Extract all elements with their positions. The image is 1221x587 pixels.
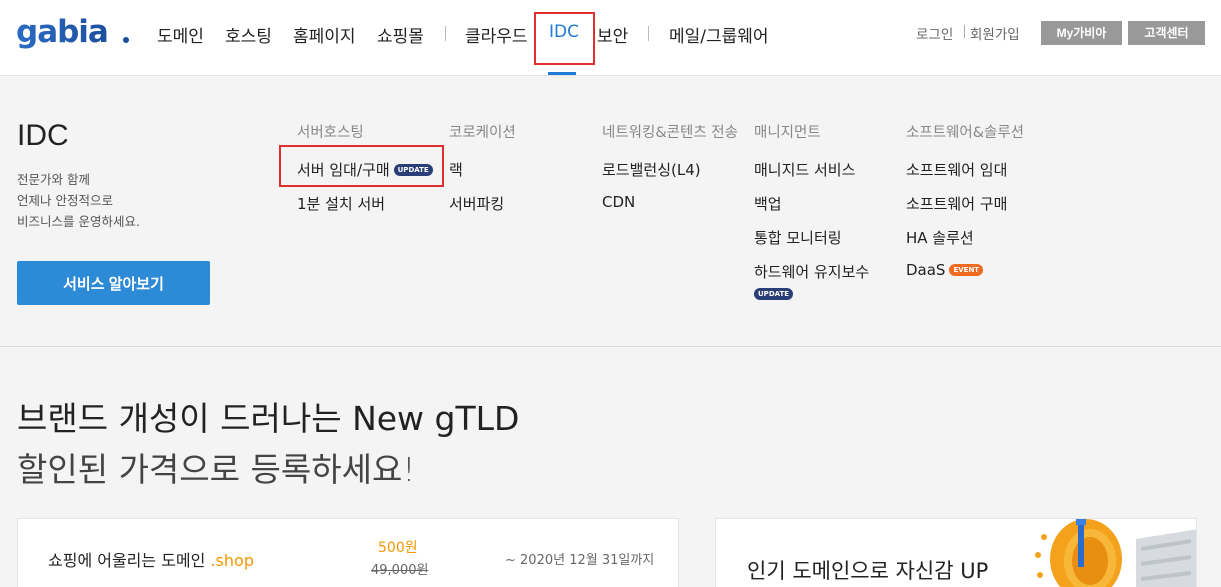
util-divider: [964, 25, 965, 38]
idc-highlight-box: [534, 12, 595, 65]
desc-line: 비즈니스를 운영하세요.: [17, 214, 140, 229]
column-heading: 네트워킹&콘텐츠 전송: [602, 125, 738, 141]
nav-cloud[interactable]: 클라우드: [465, 22, 528, 47]
column-heading: 코로케이션: [449, 125, 516, 141]
mega-title: IDC: [17, 119, 69, 152]
menu-rack[interactable]: 랙: [449, 159, 463, 180]
menu-daas[interactable]: DaaS EVENT: [906, 261, 984, 279]
hero-subheadline: 할인된 가격으로 등록하세요!: [17, 450, 416, 489]
menu-hw-maintenance[interactable]: 하드웨어 유지보수: [754, 261, 869, 282]
column-management: 매니지먼트 매니지드 서비스 백업 통합 모니터링 하드웨어 유지보수 UPDA…: [754, 121, 869, 300]
desc-line: 언제나 안정적으로: [17, 193, 113, 208]
support-center-button[interactable]: 고객센터: [1128, 21, 1205, 45]
nav-hosting[interactable]: 호스팅: [225, 22, 272, 47]
mega-description: 전문가와 함께 언제나 안정적으로 비즈니스를 운영하세요.: [17, 169, 140, 232]
menu-load-balancing[interactable]: 로드밸런싱(L4): [602, 159, 701, 180]
menu-monitoring[interactable]: 통합 모니터링: [754, 227, 842, 248]
menu-cdn[interactable]: CDN: [602, 193, 635, 211]
learn-services-button[interactable]: 서비스 알아보기: [17, 261, 210, 305]
promo-title: 쇼핑에 어울리는 도메인 .shop: [48, 547, 254, 571]
promo-period: ~ 2020년 12월 31일까지: [505, 553, 655, 568]
desc-line: 전문가와 함께: [17, 172, 90, 187]
coin-illustration-icon: [1035, 519, 1196, 587]
nav-homepage[interactable]: 홈페이지: [293, 22, 356, 47]
nav-divider: [445, 26, 446, 41]
gabia-logo[interactable]: gabia: [16, 14, 132, 56]
svg-text:gabia: gabia: [16, 14, 108, 50]
menu-server-parking[interactable]: 서버파킹: [449, 193, 504, 214]
logo-mark-icon: gabia: [16, 14, 129, 50]
nav-divider: [648, 26, 649, 41]
menu-label: DaaS: [906, 261, 946, 279]
nav-mail-groupware[interactable]: 메일/그룹웨어: [669, 22, 769, 47]
signup-link[interactable]: 회원가입: [970, 23, 1020, 43]
promo-price: 500원: [378, 540, 418, 556]
my-gabia-button[interactable]: My가비아: [1041, 21, 1122, 45]
active-indicator: [548, 72, 576, 75]
menu-software-buy[interactable]: 소프트웨어 구매: [906, 193, 1007, 214]
menu-software-rent[interactable]: 소프트웨어 임대: [906, 159, 1007, 180]
popular-domain-card[interactable]: 인기 도메인으로 자신감 UP: [715, 518, 1197, 587]
promo-name-text: 쇼핑에 어울리는 도메인: [48, 551, 206, 570]
menu-backup[interactable]: 백업: [754, 193, 782, 214]
promo-extension: .shop: [210, 551, 254, 570]
idc-mega-menu: IDC 전문가와 함께 언제나 안정적으로 비즈니스를 운영하세요. 서비스 알…: [0, 77, 1221, 347]
column-software: 소프트웨어&솔루션 소프트웨어 임대 소프트웨어 구매 HA 솔루션 DaaS E…: [906, 121, 1025, 279]
menu-1min-server[interactable]: 1분 설치 서버: [297, 193, 385, 214]
server-rent-highlight-box: [279, 145, 444, 187]
update-badge: UPDATE: [754, 288, 794, 300]
column-heading: 매니지먼트: [754, 125, 821, 141]
column-heading: 서버호스팅: [297, 125, 364, 141]
nav-shoppingmall[interactable]: 쇼핑몰: [377, 22, 424, 47]
nav-domain[interactable]: 도메인: [157, 22, 204, 47]
column-colocation: 코로케이션 랙 서버파킹: [449, 121, 516, 213]
menu-managed-service[interactable]: 매니지드 서비스: [754, 159, 855, 180]
column-heading: 소프트웨어&솔루션: [906, 125, 1025, 141]
menu-ha-solution[interactable]: HA 솔루션: [906, 227, 974, 248]
hero-headline: 브랜드 개성이 드러나는 New gTLD: [17, 399, 520, 438]
site-header: gabia 도메인 호스팅 홈페이지 쇼핑몰 클라우드 IDC 보안 메일/그룹…: [0, 0, 1221, 76]
nav-security[interactable]: 보안: [597, 22, 628, 47]
hw-update-badge-row: UPDATE: [750, 285, 794, 303]
event-badge: EVENT: [949, 264, 984, 276]
login-link[interactable]: 로그인: [916, 23, 953, 43]
column-networking: 네트워킹&콘텐츠 전송 로드밸런싱(L4) CDN: [602, 121, 738, 211]
column-server-hosting: 서버호스팅 서버 임대/구매 UPDATE 1분 설치 서버: [297, 121, 433, 213]
promo-card-shop[interactable]: 쇼핑에 어울리는 도메인 .shop 500원 49,000원 ~ 2020년 …: [17, 518, 679, 587]
promo-old-price: 49,000원: [371, 563, 429, 578]
popular-domain-title: 인기 도메인으로 자신감 UP: [747, 559, 989, 583]
